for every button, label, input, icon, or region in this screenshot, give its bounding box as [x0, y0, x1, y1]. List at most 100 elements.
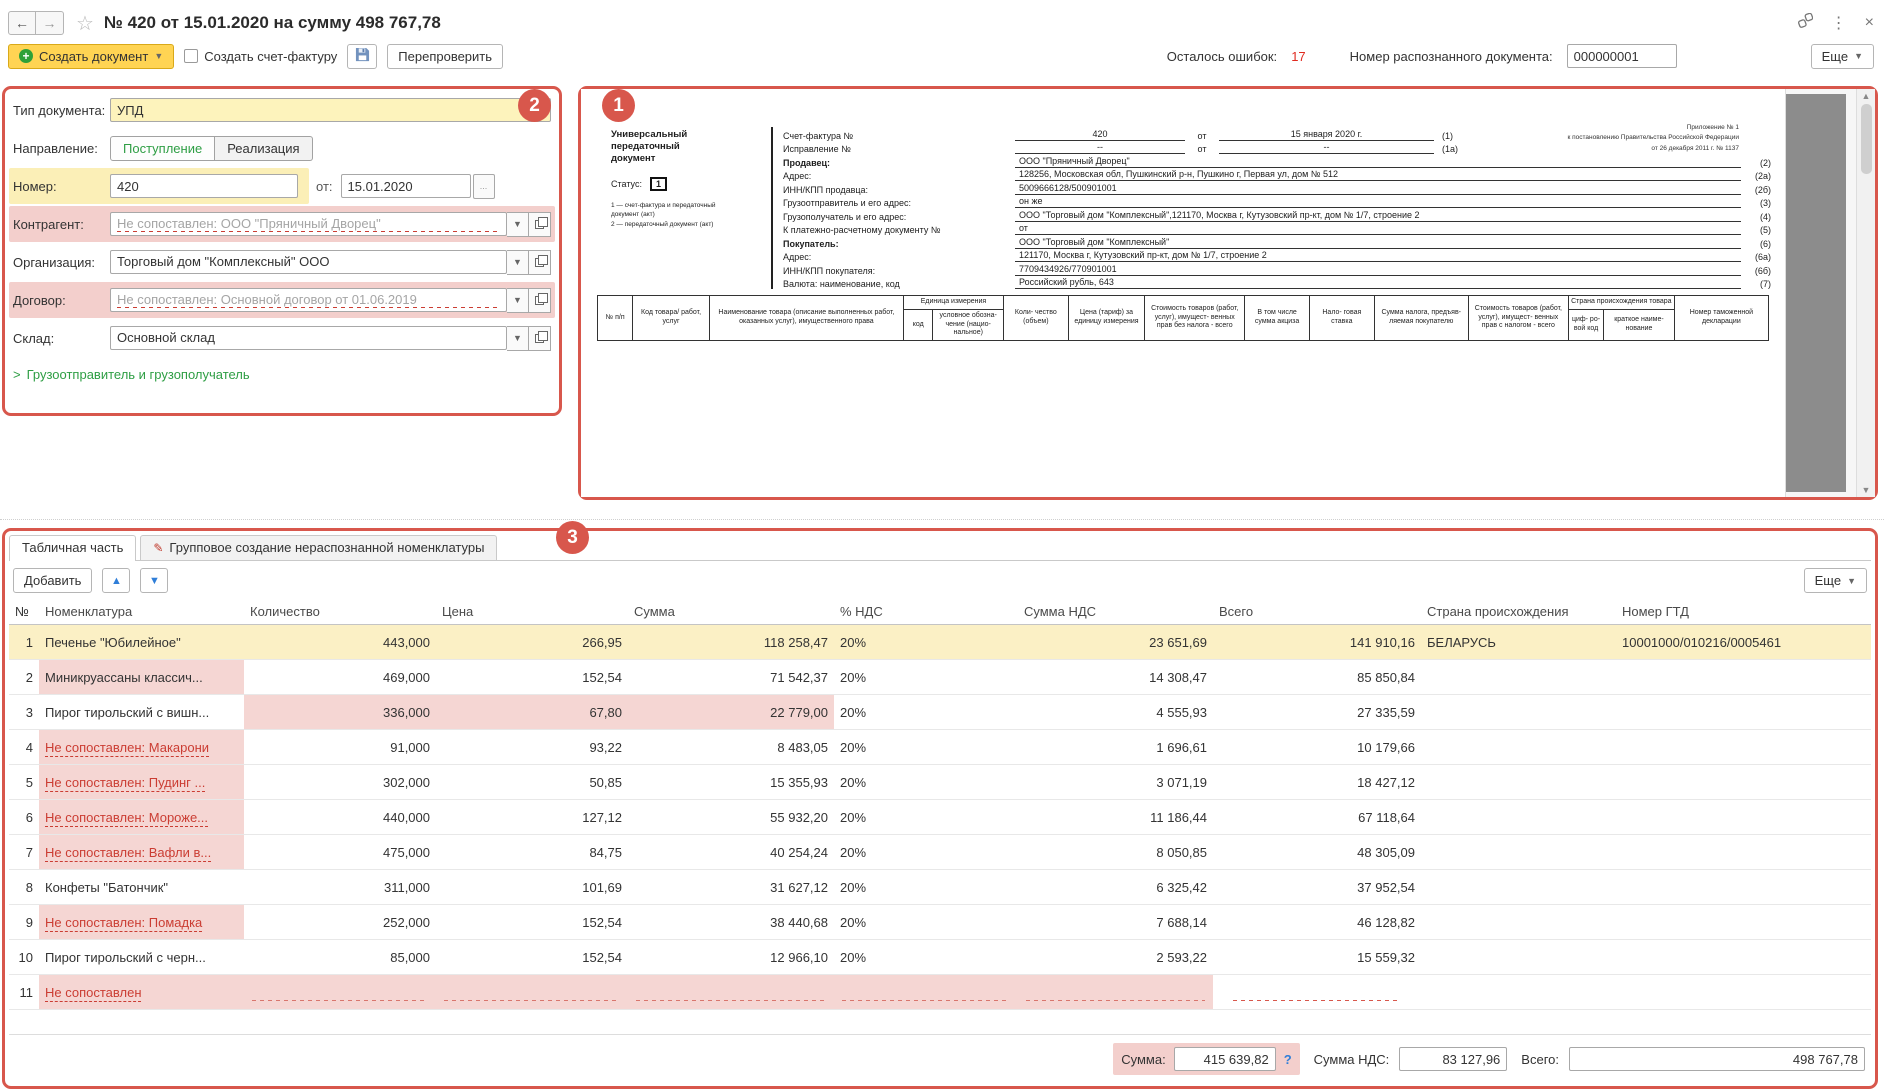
scroll-down-icon[interactable]: ▼ — [1862, 485, 1871, 495]
link-icon[interactable] — [1798, 13, 1813, 33]
tab-table-part[interactable]: Табличная часть — [9, 535, 136, 561]
counterparty-open-button[interactable] — [529, 212, 551, 237]
close-icon[interactable]: × — [1865, 14, 1874, 32]
doc-type-input[interactable] — [110, 98, 551, 122]
gtd-cell[interactable] — [1616, 940, 1871, 975]
nomenclature-cell[interactable]: Печенье "Юбилейное" — [39, 625, 244, 660]
price-cell[interactable]: 152,54 — [436, 660, 628, 695]
vat-sum-cell[interactable]: 4 555,93 — [1018, 695, 1213, 730]
vat-sum-cell[interactable]: 1 696,61 — [1018, 730, 1213, 765]
table-row[interactable]: 10 Пирог тирольский с черн... 85,000 152… — [9, 940, 1871, 975]
gtd-cell[interactable] — [1616, 835, 1871, 870]
vat-sum-cell[interactable]: 2 593,22 — [1018, 940, 1213, 975]
create-document-button[interactable]: + Создать документ ▼ — [8, 44, 174, 69]
nomenclature-cell[interactable]: Не сопоставлен: Помадка — [39, 905, 244, 940]
warehouse-open-button[interactable] — [529, 326, 551, 351]
country-cell[interactable] — [1421, 765, 1616, 800]
price-cell[interactable] — [436, 975, 628, 1010]
country-cell[interactable] — [1421, 660, 1616, 695]
table-row[interactable]: 3 Пирог тирольский с вишн... 336,000 67,… — [9, 695, 1871, 730]
warehouse-dropdown-button[interactable]: ▼ — [507, 326, 529, 351]
scroll-up-icon[interactable]: ▲ — [1862, 91, 1871, 101]
direction-receipt-button[interactable]: Поступление — [110, 136, 215, 161]
vat-sum-cell[interactable]: 8 050,85 — [1018, 835, 1213, 870]
price-cell[interactable]: 152,54 — [436, 905, 628, 940]
col-gtd[interactable]: Номер ГТД — [1616, 599, 1871, 625]
country-cell[interactable] — [1421, 940, 1616, 975]
vat-cell[interactable]: 20% — [834, 625, 1018, 660]
table-row[interactable]: 5 Не сопоставлен: Пудинг ... 302,000 50,… — [9, 765, 1871, 800]
total-cell[interactable]: 37 952,54 — [1213, 870, 1421, 905]
col-quantity[interactable]: Количество — [244, 599, 436, 625]
favorite-star-icon[interactable]: ☆ — [76, 11, 94, 36]
vat-sum-cell[interactable]: 23 651,69 — [1018, 625, 1213, 660]
organization-open-button[interactable] — [529, 250, 551, 275]
vat-sum-cell[interactable]: 14 308,47 — [1018, 660, 1213, 695]
grand-total-input[interactable] — [1569, 1047, 1865, 1071]
date-input[interactable] — [341, 174, 471, 198]
vat-cell[interactable]: 20% — [834, 870, 1018, 905]
total-cell[interactable]: 67 118,64 — [1213, 800, 1421, 835]
gtd-cell[interactable] — [1616, 800, 1871, 835]
quantity-cell[interactable]: 469,000 — [244, 660, 436, 695]
contract-input[interactable] — [110, 288, 507, 312]
quantity-cell[interactable]: 302,000 — [244, 765, 436, 800]
gtd-cell[interactable] — [1616, 660, 1871, 695]
more-button-top[interactable]: Еще ▼ — [1811, 44, 1874, 69]
help-icon[interactable]: ? — [1284, 1052, 1292, 1067]
table-row[interactable]: 1 Печенье "Юбилейное" 443,000 266,95 118… — [9, 625, 1871, 660]
country-cell[interactable] — [1421, 975, 1616, 1010]
price-cell[interactable]: 93,22 — [436, 730, 628, 765]
add-row-button[interactable]: Добавить — [13, 568, 92, 593]
nomenclature-cell[interactable]: Не сопоставлен: Макарони — [39, 730, 244, 765]
country-cell[interactable] — [1421, 730, 1616, 765]
tab-group-create[interactable]: ✎ Групповое создание нераспознанной номе… — [140, 535, 497, 560]
sum-cell[interactable]: 118 258,47 — [628, 625, 834, 660]
back-button[interactable]: ← — [8, 11, 36, 35]
vat-sum-cell[interactable]: 11 186,44 — [1018, 800, 1213, 835]
quantity-cell[interactable]: 475,000 — [244, 835, 436, 870]
table-row[interactable]: 7 Не сопоставлен: Вафли в... 475,000 84,… — [9, 835, 1871, 870]
col-nomenclature[interactable]: Номенклатура — [39, 599, 244, 625]
scroll-thumb[interactable] — [1861, 104, 1872, 174]
gtd-cell[interactable]: 10001000/010216/0005461 — [1616, 625, 1871, 660]
gtd-cell[interactable] — [1616, 905, 1871, 940]
contract-dropdown-button[interactable]: ▼ — [507, 288, 529, 313]
vat-sum-cell[interactable]: 3 071,19 — [1018, 765, 1213, 800]
price-cell[interactable]: 266,95 — [436, 625, 628, 660]
col-price[interactable]: Цена — [436, 599, 628, 625]
create-invoice-checkbox[interactable]: Создать счет-фактуру — [184, 49, 337, 64]
quantity-cell[interactable] — [244, 975, 436, 1010]
col-vat-sum[interactable]: Сумма НДС — [1018, 599, 1213, 625]
counterparty-input[interactable] — [110, 212, 507, 236]
total-cell[interactable]: 27 335,59 — [1213, 695, 1421, 730]
recognized-doc-input[interactable] — [1567, 44, 1677, 68]
price-cell[interactable]: 101,69 — [436, 870, 628, 905]
counterparty-dropdown-button[interactable]: ▼ — [507, 212, 529, 237]
sum-cell[interactable]: 38 440,68 — [628, 905, 834, 940]
col-sum[interactable]: Сумма — [628, 599, 834, 625]
nomenclature-cell[interactable]: Не сопоставлен: Мороже... — [39, 800, 244, 835]
recheck-button[interactable]: Перепроверить — [387, 44, 503, 69]
nomenclature-cell[interactable]: Не сопоставлен — [39, 975, 244, 1010]
price-cell[interactable]: 152,54 — [436, 940, 628, 975]
nomenclature-cell[interactable]: Пирог тирольский с вишн... — [39, 695, 244, 730]
gtd-cell[interactable] — [1616, 765, 1871, 800]
sum-cell[interactable] — [628, 975, 834, 1010]
vat-sum-cell[interactable]: 7 688,14 — [1018, 905, 1213, 940]
quantity-cell[interactable]: 85,000 — [244, 940, 436, 975]
gtd-cell[interactable] — [1616, 975, 1871, 1010]
table-row[interactable]: 2 Миникруассаны классич... 469,000 152,5… — [9, 660, 1871, 695]
sum-cell[interactable]: 22 779,00 — [628, 695, 834, 730]
price-cell[interactable]: 84,75 — [436, 835, 628, 870]
vat-cell[interactable]: 20% — [834, 905, 1018, 940]
total-cell[interactable]: 48 305,09 — [1213, 835, 1421, 870]
table-row[interactable]: 6 Не сопоставлен: Мороже... 440,000 127,… — [9, 800, 1871, 835]
country-cell[interactable] — [1421, 835, 1616, 870]
country-cell[interactable] — [1421, 870, 1616, 905]
nomenclature-cell[interactable]: Пирог тирольский с черн... — [39, 940, 244, 975]
total-cell[interactable]: 85 850,84 — [1213, 660, 1421, 695]
sum-cell[interactable]: 71 542,37 — [628, 660, 834, 695]
price-cell[interactable]: 127,12 — [436, 800, 628, 835]
more-menu-icon[interactable]: ⋮ — [1831, 13, 1847, 33]
